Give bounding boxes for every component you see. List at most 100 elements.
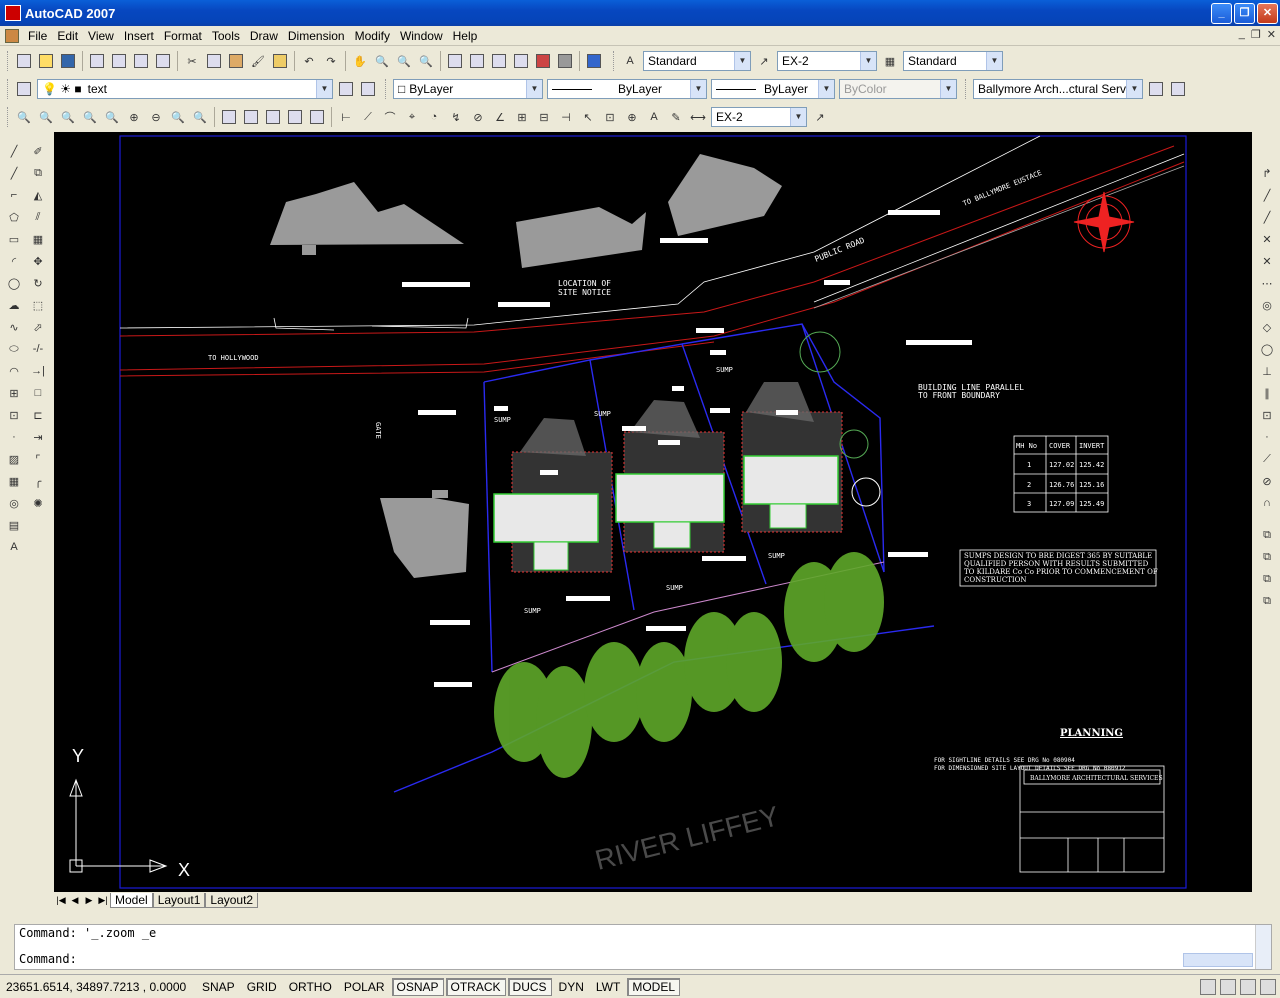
snap-extension-icon[interactable]: ⋯ [1256,272,1278,294]
table-style-select[interactable]: Standard ▼ [903,51,1003,71]
zoom-all-icon[interactable]: 🔍 [168,107,188,127]
dyn-toggle[interactable]: DYN [554,978,589,996]
table-icon[interactable]: ▤ [3,514,25,536]
menu-file[interactable]: File [23,29,52,43]
snap-nearest-icon[interactable]: ⟋ [1256,448,1278,470]
model-toggle[interactable]: MODEL [627,977,681,996]
point-icon[interactable]: · [3,426,25,448]
communication-icon[interactable] [1240,978,1256,995]
otrack-toggle[interactable]: OTRACK [445,977,506,996]
snap-node-icon[interactable]: · [1256,426,1278,448]
hatch-icon[interactable]: ▨ [3,448,25,470]
quickcalc-icon[interactable] [555,51,575,71]
mirror-icon[interactable]: ◭ [27,184,49,206]
redo-icon[interactable]: ↷ [321,51,341,71]
drawing-canvas[interactable]: TO HOLLYWOOD TO BALLYMORE EUSTACE PUBLIC… [54,132,1252,892]
document-icon[interactable] [5,28,19,43]
snap-midpoint-icon[interactable]: ╱ [1256,206,1278,228]
next-tab-button[interactable]: ▶ [82,895,96,906]
color-select[interactable]: □ ByLayer ▼ [393,79,543,99]
minimize-button[interactable]: _ [1211,3,1232,24]
snap-quadrant-icon[interactable]: ◇ [1256,316,1278,338]
command-prompt[interactable]: Command: [15,951,1271,967]
linear-dimension-icon[interactable]: ⊢ [336,107,356,127]
last-tab-button[interactable]: ▶| [96,895,110,906]
line-icon[interactable]: ╱ [3,140,25,162]
aligned-dimension-icon[interactable]: ⟋ [358,107,378,127]
draworder-above-icon[interactable]: ⧉ [1256,568,1278,590]
tolerance-icon[interactable]: ⊡ [600,107,620,127]
chamfer-icon[interactable]: ⌜ [27,448,49,470]
first-tab-button[interactable]: |◀ [54,895,68,906]
layer-tool-3-icon[interactable] [263,107,283,127]
doc-close-button[interactable]: ✕ [1267,28,1276,41]
insert-block-icon[interactable]: ⊞ [3,382,25,404]
ortho-toggle[interactable]: ORTHO [284,978,337,996]
draworder-front-icon[interactable]: ⧉ [1256,524,1278,546]
polyline-icon[interactable]: ⌐ [3,184,25,206]
scale-icon[interactable]: ⬚ [27,294,49,316]
snap-center-icon[interactable]: ◎ [1256,294,1278,316]
doc-restore-button[interactable]: ❐ [1251,28,1261,41]
sheet-set-icon[interactable] [511,51,531,71]
snap-tangent-icon[interactable]: ◯ [1256,338,1278,360]
osnap-settings-icon[interactable]: ∩ [1256,492,1278,514]
copy-object-icon[interactable]: ⧉ [27,162,49,184]
array-icon[interactable]: ▦ [27,228,49,250]
properties-icon[interactable] [445,51,465,71]
extend-icon[interactable]: →| [27,360,49,382]
stretch-icon[interactable]: ⬀ [27,316,49,338]
menu-tools[interactable]: Tools [207,29,245,43]
dimension-update-icon[interactable]: ⟷ [688,107,708,127]
mtext-icon[interactable]: A [3,536,25,558]
zoom-center-icon[interactable]: 🔍 [80,107,100,127]
menu-insert[interactable]: Insert [119,29,159,43]
tab-layout1[interactable]: Layout1 [152,892,206,908]
plot-icon[interactable] [87,51,107,71]
region-icon[interactable]: ◎ [3,492,25,514]
make-current-layer-icon[interactable] [336,79,356,99]
pan-icon[interactable]: ✋ [350,51,370,71]
cut-icon[interactable]: ✂ [182,51,202,71]
quick-leader-icon[interactable]: ↖ [578,107,598,127]
ducs-toggle[interactable]: DUCS [507,977,552,996]
construction-line-icon[interactable]: ╱ [3,162,25,184]
zoom-window-icon[interactable]: 🔍 [394,51,414,71]
explode-icon[interactable]: ✺ [27,492,49,514]
menu-view[interactable]: View [83,29,119,43]
match-properties-icon[interactable]: 🖌 [248,51,268,71]
zoom-realtime-icon[interactable]: 🔍 [372,51,392,71]
dimension-text-edit-icon[interactable]: ✎ [666,107,686,127]
page-setup-icon[interactable] [1146,79,1166,99]
snap-toggle[interactable]: SNAP [197,978,240,996]
linetype-select[interactable]: ByLayer ▼ [547,79,707,99]
fillet-icon[interactable]: ╭ [27,470,49,492]
snap-parallel-icon[interactable]: ∥ [1256,382,1278,404]
join-icon[interactable]: ⇥ [27,426,49,448]
ellipse-arc-icon[interactable]: ◠ [3,360,25,382]
erase-icon[interactable]: ✐ [27,140,49,162]
offset-icon[interactable]: ⫽ [27,206,49,228]
design-center-icon[interactable] [467,51,487,71]
command-window[interactable]: Command: '_.zoom _e Command: [14,924,1272,970]
spline-icon[interactable]: ∿ [3,316,25,338]
trim-icon[interactable]: -/- [27,338,49,360]
rotate-icon[interactable]: ↻ [27,272,49,294]
prev-tab-button[interactable]: ◀ [68,895,82,906]
menu-modify[interactable]: Modify [350,29,395,43]
command-vscrollbar[interactable] [1255,925,1271,969]
paste-icon[interactable] [226,51,246,71]
plotter-icon[interactable] [1168,79,1188,99]
break-at-point-icon[interactable]: □ [27,382,49,404]
snap-intersection-icon[interactable]: ✕ [1256,228,1278,250]
layer-tool-4-icon[interactable] [285,107,305,127]
draworder-back-icon[interactable]: ⧉ [1256,546,1278,568]
text-style-select[interactable]: Standard ▼ [643,51,751,71]
move-icon[interactable]: ✥ [27,250,49,272]
warning-icon[interactable] [1200,978,1216,995]
zoom-extents-icon[interactable]: 🔍 [190,107,210,127]
snap-from-icon[interactable]: ↱ [1256,162,1278,184]
text-style-icon[interactable]: A [620,51,640,71]
layer-tool-1-icon[interactable] [219,107,239,127]
quick-dimension-icon[interactable]: ⊞ [512,107,532,127]
